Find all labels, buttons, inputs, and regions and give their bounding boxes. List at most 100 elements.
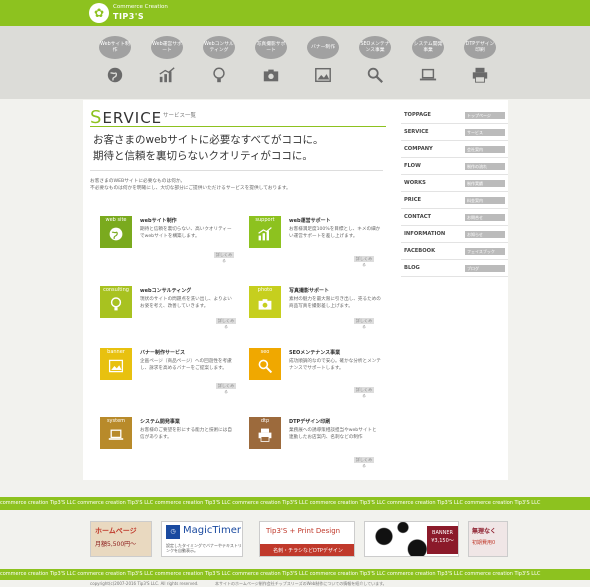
sidebar-item-sub: お知らせ — [465, 231, 505, 238]
sidebar-item-blog[interactable]: BLOG ブログ — [401, 260, 508, 277]
service-desc: 成功順調的なので安心。確かな分析とメンテナンスでサポートします。 — [289, 359, 381, 371]
sidebar-item-sub: 制作実績 — [465, 180, 505, 187]
service-tag: system — [106, 418, 126, 424]
sidebar-item-facebook[interactable]: FACEBOOK フェイスブック — [401, 243, 508, 260]
banner-cow[interactable]: BANNER ¥3,150〜 — [364, 521, 459, 557]
sidebar-item-label: COMPANY — [404, 146, 433, 152]
brand-strip-bottom: commerce creation Tip3'S LLC commerce cr… — [0, 569, 590, 580]
lead-line-2: 期待と信頼を裏切らないクオリティがココに。 — [93, 150, 313, 162]
sidebar-nav: TOPPAGE トップページ SERVICE サービス COMPANY 会社案内 FL… — [401, 107, 508, 277]
sidebar-item-sub: ブログ — [465, 265, 505, 272]
more-button[interactable]: 詳しくみる — [354, 256, 374, 267]
search-icon — [367, 67, 383, 83]
sidebar-item-sub: お問合せ — [465, 214, 505, 221]
more-button[interactable]: 詳しくみる — [354, 387, 374, 398]
chart-icon — [258, 227, 272, 241]
image-icon — [315, 67, 331, 83]
service-card-photo[interactable]: photo 写真撮影サポート 素材の魅力を最大限に引き出し、売るための商品写真を… — [249, 286, 381, 342]
intro-line-1: お客さまのWEBサイトに必要なものは何か。 — [90, 179, 186, 184]
sidebar-item-label: FLOW — [404, 163, 421, 169]
camera-icon — [263, 69, 279, 82]
nav-label: SEOメンテナンス事業 — [359, 36, 391, 59]
global-nav: Webサイト制作 Web運営サポート Webコンサルティング 写真撮影サポート … — [0, 26, 590, 99]
timer-icon: ◷ — [166, 525, 180, 539]
more-button[interactable]: 詳しくみる — [216, 383, 236, 394]
nav-label: Web運営サポート — [151, 36, 183, 59]
banner-text: Tip3'S + Print Design — [266, 527, 341, 535]
banner-text: MagicTimer — [183, 525, 241, 536]
sidebar-item-sub: トップページ — [465, 112, 505, 119]
banner-magictimer[interactable]: ◷ MagicTimer 設定したタイミングでバナーやテキストリンクを自動表示。 — [161, 521, 243, 557]
banner-homepage[interactable]: ホームページ 月額5,500円〜 — [90, 521, 152, 557]
service-icon-box: banner — [100, 348, 132, 380]
more-button[interactable]: 詳しくみる — [216, 318, 236, 329]
sidebar-item-label: PRICE — [404, 197, 422, 203]
service-tag: banner — [107, 349, 125, 355]
banner-text: ¥3,150〜 — [431, 538, 454, 544]
sidebar-item-information[interactable]: INFORMATION お知らせ — [401, 226, 508, 243]
sidebar-item-contact[interactable]: CONTACT お問合せ — [401, 209, 508, 226]
page-subtitle: サービス一覧 — [163, 113, 197, 119]
service-icon-box: seo — [249, 348, 281, 380]
service-card-seo[interactable]: seo SEOメンテナンス事業 成功順調的なので安心。確かな分析とメンテナンスで… — [249, 348, 381, 404]
nav-item-photo[interactable]: 写真撮影サポート — [253, 36, 289, 96]
service-desc: 企画ページ（商品ページ）への回遊性を考慮し、訴求を高めるバナーをご提案します。 — [140, 359, 232, 371]
banner-text: 初期費用0 — [472, 540, 496, 546]
service-desc: お客様満足度100%を目標とし、キメの細かい運営サポートを差し上げます。 — [289, 227, 381, 239]
brand-strip-top: commerce creation Tip3'S LLC commerce cr… — [0, 497, 590, 510]
service-icon-box: consulting — [100, 286, 132, 318]
title-underline — [90, 126, 386, 127]
sidebar-item-label: FACEBOOK — [404, 248, 436, 254]
more-button[interactable]: 詳しくみる — [214, 252, 234, 263]
site-logo[interactable]: ✿ Commerce Creation TIP3'S — [89, 3, 209, 23]
sidebar-item-company[interactable]: COMPANY 会社案内 — [401, 141, 508, 158]
nav-item-website[interactable]: Webサイト制作 — [97, 36, 133, 96]
banner-print-design[interactable]: Tip3'S + Print Design 名刺・チラシなどDTPデザイン — [259, 521, 355, 557]
service-card-website[interactable]: web site webサイト制作 期待と信頼を裏切らない、高いクオリティーでw… — [100, 216, 232, 272]
sidebar-item-label: INFORMATION — [404, 231, 446, 237]
service-tag: support — [255, 217, 275, 223]
nav-item-system[interactable]: システム開発事業 — [410, 36, 446, 96]
banner-area: ホームページ 月額5,500円〜 ◷ MagicTimer 設定したタイミングで… — [0, 511, 590, 569]
service-card-banner[interactable]: banner バナー制作サービス 企画ページ（商品ページ）への回遊性を考慮し、訴… — [100, 348, 232, 404]
title-initial: S — [90, 107, 103, 128]
service-icon-box: dtp — [249, 417, 281, 449]
search-icon — [258, 359, 273, 374]
banner-no-cost[interactable]: 無理なく 初期費用0 — [468, 521, 508, 557]
sidebar-item-toppage[interactable]: TOPPAGE トップページ — [401, 107, 508, 124]
service-card-consulting[interactable]: consulting webコンサルティング 現状のサイトの問題点を洗い出し、よ… — [100, 286, 232, 342]
service-desc: お客様のご要望を形にする能力と技術には自信があります。 — [140, 428, 232, 440]
more-button[interactable]: 詳しくみる — [354, 457, 374, 468]
sidebar-item-label: BLOG — [404, 265, 420, 271]
nav-item-dtp[interactable]: DTPデザイン印刷 — [462, 36, 498, 96]
sidebar-item-price[interactable]: PRICE 料金案内 — [401, 192, 508, 209]
service-title: DTPデザイン印刷 — [289, 419, 331, 425]
service-desc: 素材の魅力を最大限に引き出し、売るための商品写真を撮影差し上げます。 — [289, 297, 381, 309]
banner-text: BANNER — [432, 530, 453, 536]
sidebar-item-service[interactable]: SERVICE サービス — [401, 124, 508, 141]
service-card-support[interactable]: support web運営サポート お客様満足度100%を目標とし、キメの細かい… — [249, 216, 381, 272]
service-title: webサイト制作 — [140, 218, 177, 224]
nav-item-seo[interactable]: SEOメンテナンス事業 — [357, 36, 393, 96]
service-card-system[interactable]: system システム開発事業 お客様のご要望を形にする能力と技術には自信があり… — [100, 417, 232, 473]
sidebar-item-works[interactable]: WORKS 制作実績 — [401, 175, 508, 192]
service-desc: 現状のサイトの問題点を洗い出し、よりよいお姿を考え、改善していきます。 — [140, 297, 232, 309]
nav-item-banner[interactable]: バナー制作 — [305, 36, 341, 96]
lead-line-1: お客さまのwebサイトに必要なすべてがココに。 — [93, 134, 324, 146]
main-content: SERVICE サービス一覧 お客さまのwebサイトに必要なすべてがココに。 期… — [83, 100, 508, 480]
sidebar-item-label: TOPPAGE — [404, 112, 431, 118]
image-icon — [108, 359, 124, 373]
title-rest: ERVICE — [102, 109, 163, 127]
sidebar-item-flow[interactable]: FLOW 制作の流れ — [401, 158, 508, 175]
service-tag: seo — [260, 349, 270, 355]
nav-item-consulting[interactable]: Webコンサルティング — [201, 36, 237, 96]
printer-icon — [472, 67, 488, 83]
nav-item-support[interactable]: Web運営サポート — [149, 36, 185, 96]
printer-icon — [258, 428, 272, 442]
service-icon-box: web site — [100, 216, 132, 248]
service-title: SEOメンテナンス事業 — [289, 350, 341, 356]
more-button[interactable]: 詳しくみる — [354, 318, 374, 329]
service-card-dtp[interactable]: dtp DTPデザイン印刷 業務展への誘導策相談担当やwebサイトと連動したお店… — [249, 417, 379, 473]
nav-label: システム開発事業 — [412, 36, 444, 59]
sidebar-item-sub: フェイスブック — [465, 248, 505, 255]
